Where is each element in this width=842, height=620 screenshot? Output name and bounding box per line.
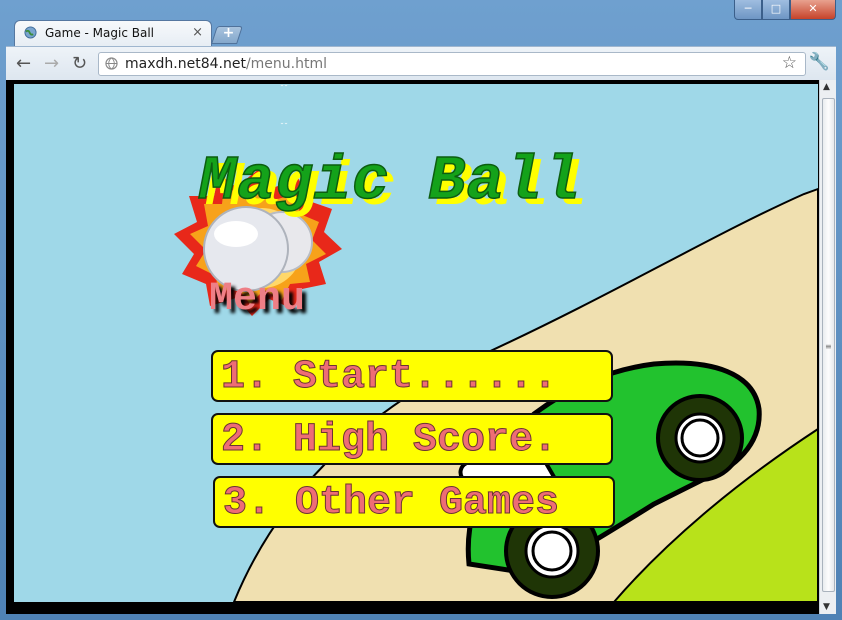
globe-icon bbox=[24, 26, 37, 39]
grip-icon: ≡ bbox=[825, 342, 832, 351]
scroll-down-icon[interactable]: ▼ bbox=[823, 602, 830, 612]
star-icon[interactable]: ☆ bbox=[782, 53, 797, 73]
window-controls: ─ □ ✕ bbox=[734, 0, 836, 20]
wrench-icon[interactable]: 🔧 bbox=[809, 52, 830, 72]
menu-heading: Menu bbox=[209, 277, 306, 322]
plus-icon: + bbox=[222, 25, 235, 41]
url-host: maxdh.net84.net bbox=[125, 56, 246, 72]
url-path: /menu.html bbox=[245, 56, 327, 72]
game-canvas: ˘˘ ˘˘ Magic Ball Menu 1. Start...... 2. … bbox=[14, 84, 818, 602]
tab-title: Game - Magic Ball bbox=[45, 26, 155, 40]
back-icon[interactable]: ← bbox=[16, 53, 31, 74]
vertical-scrollbar[interactable]: ▲ ≡ ▼ bbox=[819, 80, 836, 614]
close-icon[interactable]: × bbox=[192, 25, 203, 40]
start-button[interactable]: 1. Start...... bbox=[211, 350, 613, 402]
game-title: Magic Ball bbox=[198, 145, 582, 218]
other-games-button[interactable]: 3. Other Games bbox=[213, 476, 615, 528]
browser-window: ─ □ ✕ Game - Magic Ball × + ← → ↻ maxdh.… bbox=[0, 0, 842, 620]
close-window-button[interactable]: ✕ bbox=[790, 0, 836, 20]
scroll-up-icon[interactable]: ▲ bbox=[823, 82, 830, 92]
browser-toolbar: ← → ↻ maxdh.net84.net/menu.html ☆ 🔧 bbox=[6, 46, 836, 81]
new-tab-button[interactable]: + bbox=[211, 25, 243, 44]
decor-mark: ˘˘ bbox=[280, 122, 288, 131]
url-text: maxdh.net84.net/menu.html bbox=[125, 56, 327, 72]
page-icon bbox=[105, 57, 118, 70]
maximize-button[interactable]: □ bbox=[762, 0, 790, 20]
decor-mark: ˘˘ bbox=[280, 84, 288, 93]
high-score-button[interactable]: 2. High Score. bbox=[211, 413, 613, 465]
page-viewport: ˘˘ ˘˘ Magic Ball Menu 1. Start...... 2. … bbox=[6, 80, 836, 614]
reload-icon[interactable]: ↻ bbox=[72, 53, 87, 74]
address-bar[interactable]: maxdh.net84.net/menu.html ☆ bbox=[98, 52, 806, 76]
minimize-button[interactable]: ─ bbox=[734, 0, 762, 20]
forward-icon[interactable]: → bbox=[44, 53, 59, 74]
browser-tab[interactable]: Game - Magic Ball × bbox=[14, 20, 212, 47]
